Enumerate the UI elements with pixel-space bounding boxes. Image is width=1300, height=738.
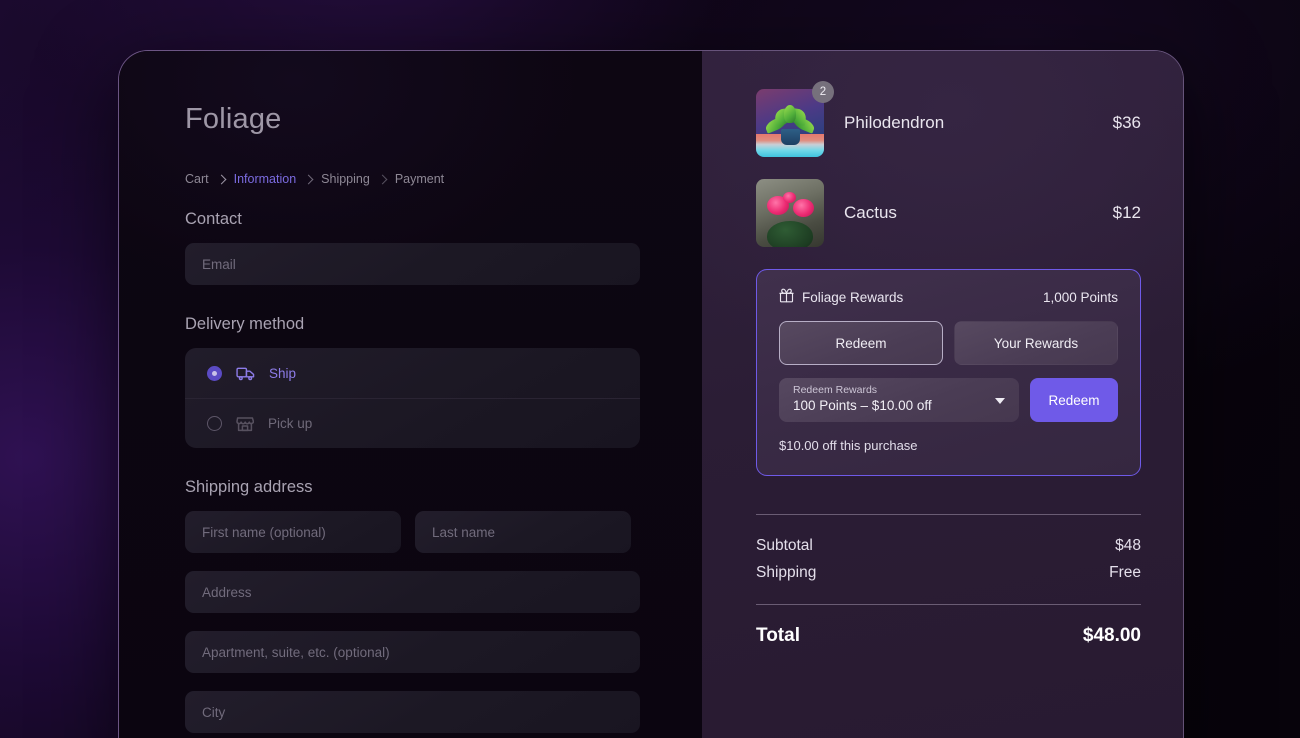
checkout-form-panel: Foliage Cart Information Shipping Paymen… xyxy=(119,51,702,738)
truck-icon xyxy=(236,366,255,381)
chevron-down-icon[interactable] xyxy=(995,398,1005,404)
tab-redeem[interactable]: Redeem xyxy=(779,321,943,365)
order-summary-panel: 2 Philodendron $36 Cactus $12 Foliage Re… xyxy=(702,51,1183,738)
subtotal-value: $48 xyxy=(1115,537,1141,554)
rewards-panel: Foliage Rewards 1,000 Points Redeem Your… xyxy=(756,269,1141,476)
summary-divider xyxy=(756,514,1141,515)
chevron-right-icon xyxy=(303,174,314,184)
address-input[interactable] xyxy=(185,571,640,613)
last-name-input[interactable] xyxy=(415,511,631,553)
radio-pickup[interactable] xyxy=(207,416,222,431)
storefront-icon xyxy=(236,416,254,432)
product-price: $36 xyxy=(1112,113,1141,132)
order-line-item: 2 Philodendron $36 xyxy=(756,81,1141,157)
first-name-input[interactable] xyxy=(185,511,401,553)
shipping-label: Shipping xyxy=(756,564,817,581)
app-window: Foliage Cart Information Shipping Paymen… xyxy=(118,50,1184,738)
select-value: 100 Points – $10.00 off xyxy=(793,398,932,413)
email-input[interactable] xyxy=(185,243,640,285)
breadcrumb-item-shipping[interactable]: Shipping xyxy=(321,172,370,186)
select-label: Redeem Rewards xyxy=(793,384,878,396)
shipping-address-heading: Shipping address xyxy=(185,478,313,496)
shipping-value: Free xyxy=(1109,564,1141,581)
delivery-option-ship[interactable]: Ship xyxy=(185,348,640,398)
order-line-item: Cactus $12 xyxy=(756,179,1141,247)
delivery-option-pickup[interactable]: Pick up xyxy=(185,398,640,448)
city-input[interactable] xyxy=(185,691,640,733)
redeem-rewards-select[interactable]: Redeem Rewards 100 Points – $10.00 off xyxy=(779,378,1019,422)
product-price: $12 xyxy=(1112,203,1141,222)
product-thumbnail-wrap: 2 xyxy=(756,81,834,157)
redeem-row: Redeem Rewards 100 Points – $10.00 off R… xyxy=(779,378,1118,422)
product-name: Philodendron xyxy=(844,113,945,132)
subtotal-row: Subtotal $48 xyxy=(756,537,1141,555)
total-divider xyxy=(756,604,1141,605)
rewards-title-group: Foliage Rewards xyxy=(779,288,1043,306)
tab-your-rewards[interactable]: Your Rewards xyxy=(954,321,1118,365)
breadcrumb-item-information[interactable]: Information xyxy=(234,172,297,186)
delivery-method-heading: Delivery method xyxy=(185,315,305,333)
delivery-method-card: Ship Pick up xyxy=(185,348,640,448)
subtotal-label: Subtotal xyxy=(756,537,813,554)
total-value: $48.00 xyxy=(1082,625,1141,646)
rewards-title: Foliage Rewards xyxy=(802,289,904,305)
breadcrumb-item-cart[interactable]: Cart xyxy=(185,172,209,186)
chevron-right-icon xyxy=(377,174,388,184)
breadcrumb-item-payment[interactable]: Payment xyxy=(395,172,444,186)
gift-icon xyxy=(779,288,794,306)
redeem-button[interactable]: Redeem xyxy=(1030,378,1118,422)
chevron-right-icon xyxy=(216,174,227,184)
breadcrumb: Cart Information Shipping Payment xyxy=(185,172,640,186)
delivery-option-label: Ship xyxy=(269,365,297,381)
brand-title: Foliage xyxy=(185,103,282,135)
delivery-option-label: Pick up xyxy=(268,416,313,431)
quantity-badge: 2 xyxy=(812,81,834,103)
apartment-input[interactable] xyxy=(185,631,640,673)
radio-ship[interactable] xyxy=(207,365,222,381)
shipping-row: Shipping Free xyxy=(756,564,1141,582)
product-thumbnail-wrap xyxy=(756,179,824,247)
grand-total-row: Total $48.00 xyxy=(756,625,1141,647)
cactus-flower-photo xyxy=(756,179,824,247)
total-label: Total xyxy=(756,625,800,646)
rewards-tab-row: Redeem Your Rewards xyxy=(779,321,1118,365)
rewards-header: Foliage Rewards 1,000 Points xyxy=(779,288,1118,306)
product-name: Cactus xyxy=(844,203,897,222)
rewards-points-balance: 1,000 Points xyxy=(1042,289,1118,305)
name-field-row xyxy=(185,511,640,553)
rewards-note: $10.00 off this purchase xyxy=(779,438,918,453)
contact-heading: Contact xyxy=(185,210,242,228)
